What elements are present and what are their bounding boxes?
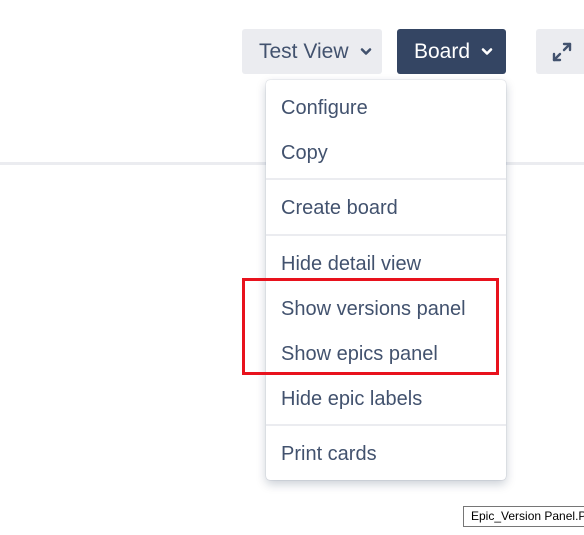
menu-separator <box>266 424 506 426</box>
board-menu-label: Board <box>414 39 471 63</box>
filename-tooltip: Epic_Version Panel.PNG <box>463 506 584 527</box>
expand-arrows-icon <box>552 42 572 61</box>
menu-item-hide-epic-labels[interactable]: Hide epic labels <box>266 377 506 421</box>
menu-separator <box>266 178 506 180</box>
menu-item-configure[interactable]: Configure <box>266 86 506 130</box>
view-selector-label: Test View <box>259 39 349 63</box>
board-dropdown-menu: Configure Copy Create board Hide detail … <box>266 80 506 480</box>
menu-item-show-versions-panel[interactable]: Show versions panel <box>266 287 506 331</box>
view-selector-button[interactable]: Test View <box>242 29 382 74</box>
fullscreen-button[interactable] <box>536 29 584 74</box>
board-page: Test View Board Configure Copy Create bo… <box>0 0 584 535</box>
chevron-down-icon <box>360 47 371 55</box>
menu-item-print-cards[interactable]: Print cards <box>266 432 506 476</box>
chevron-down-icon <box>481 47 493 55</box>
board-menu-button[interactable]: Board <box>397 29 506 74</box>
menu-item-create-board[interactable]: Create board <box>266 186 506 230</box>
menu-item-show-epics-panel[interactable]: Show epics panel <box>266 332 506 376</box>
menu-item-copy[interactable]: Copy <box>266 131 506 175</box>
menu-item-hide-detail-view[interactable]: Hide detail view <box>266 242 506 286</box>
menu-separator <box>266 234 506 236</box>
